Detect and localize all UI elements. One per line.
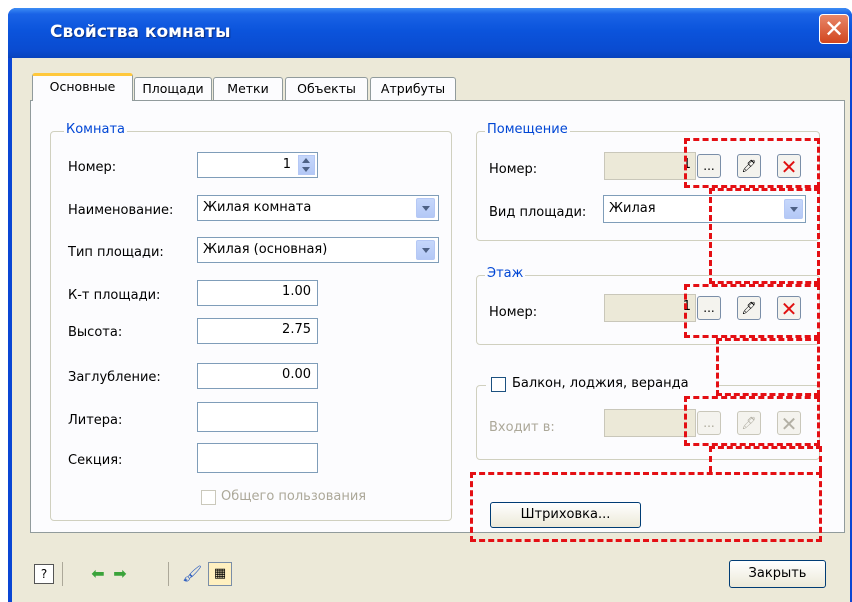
premises-number-label: Номер: (489, 162, 538, 177)
highlight-balcony-buttons (684, 396, 820, 446)
area-type-select[interactable]: Жилая (основная) (197, 237, 439, 263)
shared-use-checkbox[interactable] (201, 490, 216, 505)
highlight-hatch-region (470, 472, 822, 542)
toolbar-separator (168, 562, 169, 586)
spinner-arrows-icon[interactable] (298, 155, 315, 175)
highlight-connector-1 (709, 188, 820, 284)
floor-legend: Этаж (485, 266, 526, 281)
depth-value: 0.00 (282, 367, 311, 382)
close-icon: ✕ (823, 15, 845, 43)
brush-icon[interactable]: 🖌 (182, 564, 202, 584)
arrow-left-icon[interactable]: ⬅ (88, 564, 108, 584)
floor-number-field[interactable]: 1 (604, 294, 696, 322)
close-dialog-button[interactable]: Закрыть (729, 560, 826, 588)
area-type-label: Тип площади: (68, 245, 164, 260)
highlight-connector-2 (716, 338, 820, 396)
area-kind-label: Вид площади: (489, 205, 587, 220)
chevron-down-icon[interactable] (416, 198, 435, 218)
tab-areas[interactable]: Площади (134, 77, 212, 100)
balcony-label: Балкон, лоджия, веранда (512, 376, 689, 391)
room-number-spinner[interactable]: 1 (197, 152, 318, 178)
room-number-value: 1 (282, 157, 291, 172)
room-name-select[interactable]: Жилая комната (197, 195, 439, 221)
section-field[interactable] (197, 443, 318, 473)
area-coef-field[interactable]: 1.00 (197, 280, 318, 306)
tab-labels[interactable]: Метки (213, 77, 283, 100)
window-title: Свойства комнаты (50, 22, 231, 42)
height-value: 2.75 (282, 322, 311, 337)
close-button[interactable]: ✕ (819, 14, 849, 44)
area-coef-value: 1.00 (282, 284, 311, 299)
area-type-value: Жилая (основная) (203, 242, 328, 257)
highlight-floor-buttons (684, 284, 820, 338)
room-legend: Комната (64, 122, 127, 137)
tab-basic[interactable]: Основные (32, 73, 133, 101)
room-number-label: Номер: (68, 160, 117, 175)
premises-number-field[interactable]: 1 (604, 152, 696, 180)
letter-label: Литера: (68, 413, 123, 428)
shared-use-label: Общего пользования (221, 489, 367, 504)
depth-label: Заглубление: (68, 370, 161, 385)
highlight-premises-buttons (684, 138, 820, 188)
floor-number-label: Номер: (489, 305, 538, 320)
height-field[interactable]: 2.75 (197, 318, 318, 344)
area-kind-value: Жилая (609, 201, 656, 216)
section-label: Секция: (68, 453, 123, 468)
area-coef-label: К-т площади: (68, 288, 161, 303)
part-of-field[interactable] (604, 409, 696, 437)
toolbar-separator (62, 562, 63, 586)
room-name-label: Наименование: (68, 203, 174, 218)
help-icon[interactable]: ? (34, 564, 54, 584)
balcony-checkbox[interactable] (491, 377, 506, 392)
tab-objects[interactable]: Объекты (285, 77, 368, 100)
chevron-down-icon[interactable] (416, 240, 435, 260)
premises-legend: Помещение (485, 122, 570, 137)
letter-field[interactable] (197, 402, 318, 432)
tab-attributes[interactable]: Атрибуты (370, 77, 456, 100)
room-name-value: Жилая комната (203, 200, 312, 215)
highlight-connector-3 (709, 446, 822, 472)
part-of-label: Входит в: (489, 420, 555, 435)
height-label: Высота: (68, 325, 123, 340)
arrow-right-icon[interactable]: ➡ (110, 564, 130, 584)
grid-icon[interactable]: ▦ (208, 562, 232, 586)
depth-field[interactable]: 0.00 (197, 363, 318, 389)
